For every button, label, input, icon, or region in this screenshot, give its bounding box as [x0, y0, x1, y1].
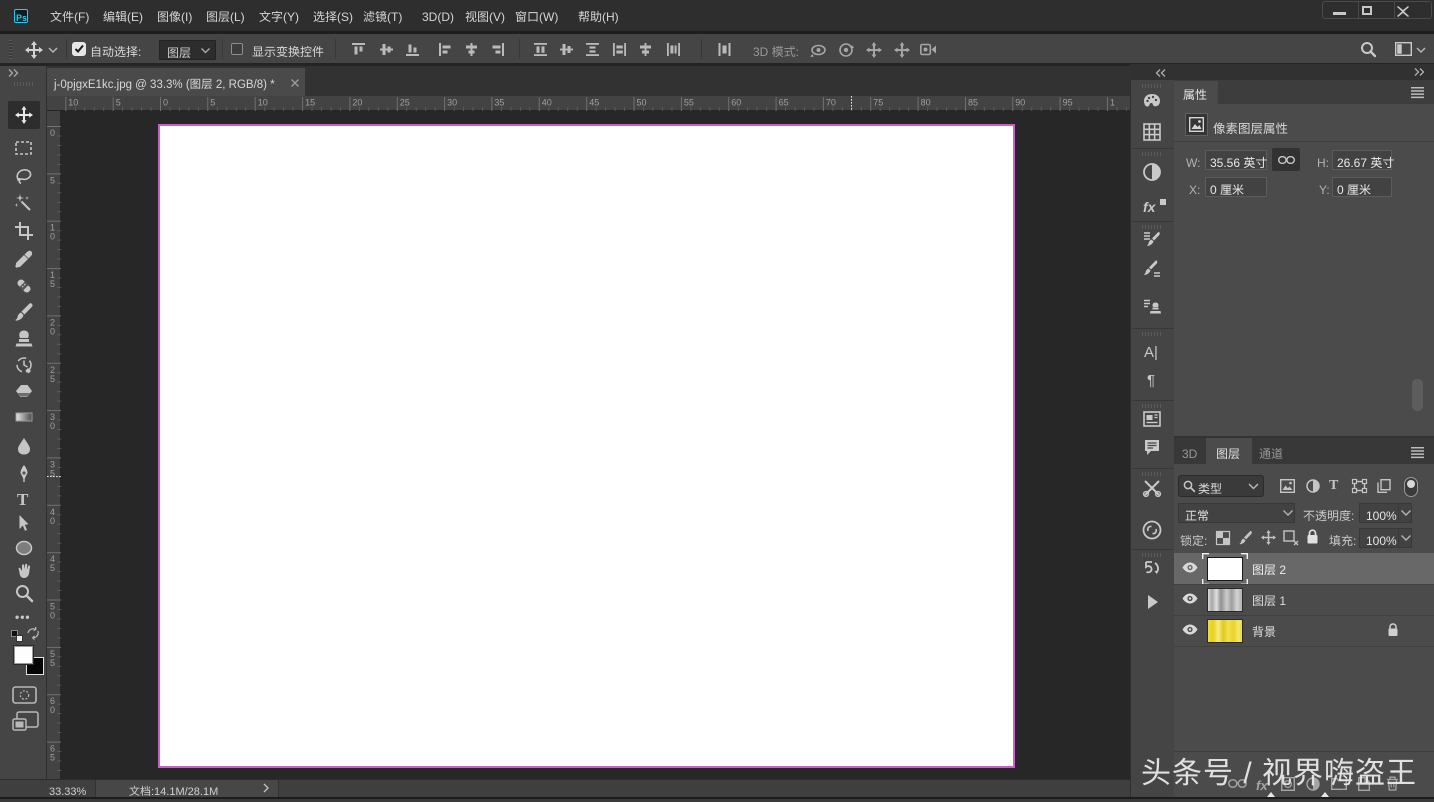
svg-text:45: 45 — [589, 98, 599, 108]
svg-text:5: 5 — [50, 279, 55, 289]
svg-text:35: 35 — [494, 98, 504, 108]
svg-text:5: 5 — [50, 753, 55, 763]
svg-text:0: 0 — [50, 232, 55, 242]
svg-text:75: 75 — [873, 98, 883, 108]
svg-text:60: 60 — [731, 98, 741, 108]
svg-text:0: 0 — [50, 705, 55, 715]
svg-text:65: 65 — [779, 98, 789, 108]
svg-text:5: 5 — [50, 658, 55, 668]
svg-text:5: 5 — [50, 374, 55, 384]
svg-text:15: 15 — [305, 98, 315, 108]
svg-text:90: 90 — [1015, 98, 1025, 108]
svg-text:25: 25 — [400, 98, 410, 108]
svg-text:10: 10 — [68, 98, 78, 108]
svg-text:5: 5 — [50, 563, 55, 573]
svg-text:5: 5 — [116, 98, 121, 108]
svg-text:55: 55 — [684, 98, 694, 108]
svg-text:5: 5 — [50, 175, 55, 185]
svg-text:0: 0 — [163, 98, 168, 108]
svg-text:10: 10 — [258, 98, 268, 108]
svg-text:50: 50 — [637, 98, 647, 108]
svg-text:0: 0 — [50, 326, 55, 336]
svg-text:0: 0 — [50, 128, 55, 138]
svg-text:30: 30 — [447, 98, 457, 108]
svg-text:0: 0 — [50, 611, 55, 621]
svg-text:95: 95 — [1063, 98, 1073, 108]
svg-text:40: 40 — [542, 98, 552, 108]
svg-text:1: 1 — [1110, 98, 1115, 108]
svg-text:0: 0 — [50, 516, 55, 526]
svg-text:0: 0 — [50, 421, 55, 431]
svg-text:5: 5 — [210, 98, 215, 108]
svg-text:70: 70 — [826, 98, 836, 108]
svg-text:85: 85 — [968, 98, 978, 108]
svg-text:20: 20 — [352, 98, 362, 108]
svg-text:80: 80 — [921, 98, 931, 108]
